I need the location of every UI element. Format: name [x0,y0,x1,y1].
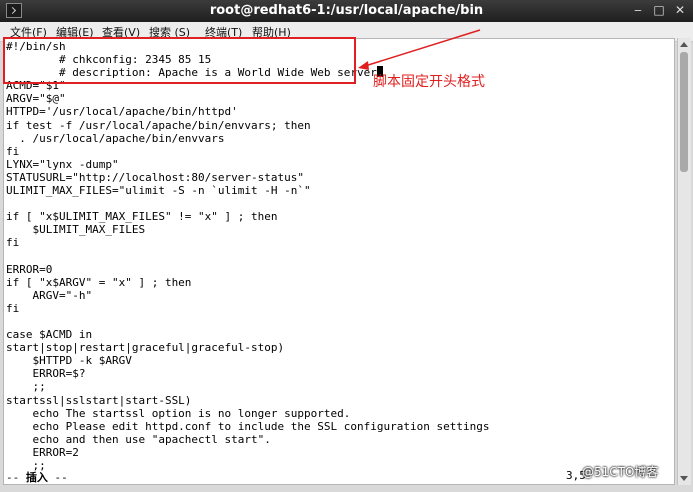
annotation-text: 脚本固定开头格式 [373,74,485,90]
annotation-arrow-icon [358,29,481,70]
watermark: @51CTO博客 [582,465,659,479]
terminal-window: root@redhat6-1:/usr/local/apache/bin ‒ □… [0,0,693,492]
